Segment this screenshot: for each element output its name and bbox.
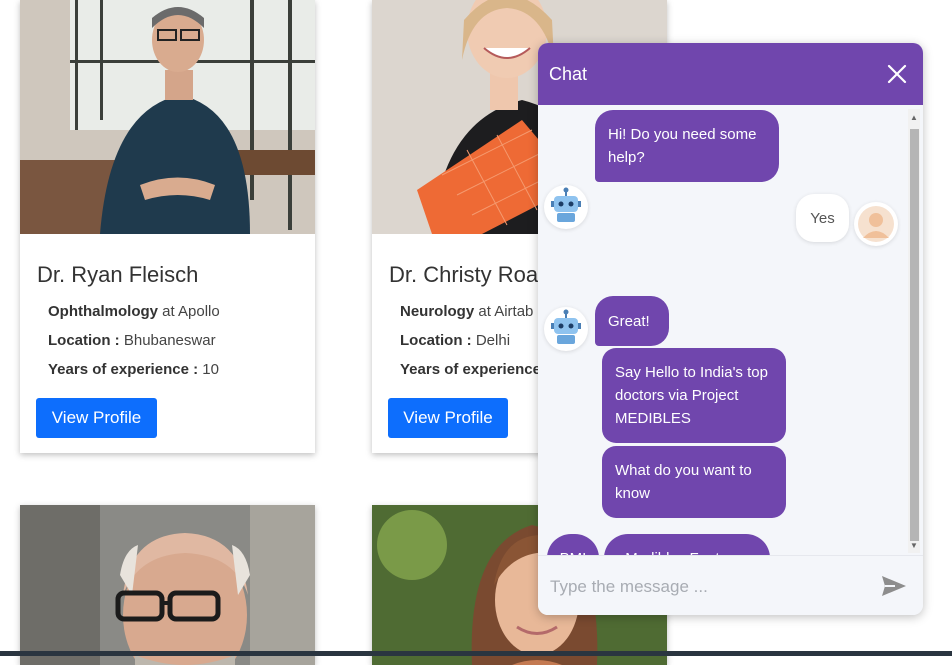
bot-message: Great!	[595, 296, 669, 346]
message-text: Great!	[608, 312, 650, 330]
hospital-prefix: at	[162, 303, 175, 320]
message-text: Yes	[810, 209, 835, 227]
hospital-prefix: at	[478, 303, 491, 320]
bot-avatar	[544, 185, 588, 229]
view-profile-button[interactable]: View Profile	[388, 398, 508, 438]
chat-input-bar	[538, 555, 923, 615]
experience: 10	[202, 361, 219, 378]
scroll-thumb[interactable]	[910, 129, 919, 541]
chat-widget: Chat Hi! Do you need some help? Yes Grea…	[538, 43, 923, 615]
message-text: What do you want to know	[615, 462, 752, 502]
send-icon[interactable]	[881, 574, 907, 598]
chat-scrollbar[interactable]: ▲ ▼	[908, 109, 920, 553]
robot-icon	[551, 309, 581, 344]
hospital: Apollo	[178, 303, 220, 320]
location-line: Location : Bhubaneswar	[48, 332, 216, 349]
bot-message: Say Hello to India's top doctors via Pro…	[602, 348, 786, 443]
message-input[interactable]	[548, 570, 862, 604]
user-avatar	[854, 202, 898, 246]
message-text: Hi! Do you need some help?	[608, 126, 757, 166]
chat-messages: Hi! Do you need some help? Yes Great! Sa…	[538, 105, 923, 582]
specialty-line: Ophthalmology at Apollo	[48, 303, 220, 320]
user-icon	[858, 206, 894, 242]
specialty-line: Neurology at Airtab	[400, 303, 533, 320]
doctor-card	[20, 505, 315, 665]
doctor-name: Dr. Ryan Fleisch	[37, 262, 199, 287]
message-text: Say Hello to India's top doctors via Pro…	[615, 364, 768, 427]
bot-avatar	[544, 307, 588, 351]
doctor-photo	[20, 0, 315, 234]
location-label: Location :	[48, 332, 120, 349]
location: Delhi	[475, 332, 511, 349]
bottom-bar	[0, 651, 952, 656]
doctor-card: Dr. Ryan Fleisch Ophthalmology at Apollo…	[20, 0, 315, 453]
location-line: Location : Delhi	[400, 332, 510, 349]
scroll-up-arrow-icon[interactable]: ▲	[909, 113, 919, 123]
doctor-name: Dr. Christy Roach	[389, 262, 562, 287]
experience-line: Years of experience :	[400, 361, 550, 378]
experience-label: Years of experience :	[48, 361, 199, 378]
user-message: Yes	[796, 194, 849, 242]
location-label: Location :	[400, 332, 472, 349]
specialty: Ophthalmology	[48, 303, 158, 320]
view-profile-button[interactable]: View Profile	[36, 398, 157, 438]
bot-message: What do you want to know	[602, 446, 786, 518]
scroll-down-arrow-icon[interactable]: ▼	[909, 541, 919, 551]
chat-header: Chat	[538, 43, 923, 105]
experience-label: Years of experience :	[400, 361, 551, 378]
experience-line: Years of experience : 10	[48, 361, 219, 378]
robot-icon	[551, 187, 581, 222]
chat-title: Chat	[549, 64, 588, 84]
bot-message: Hi! Do you need some help?	[595, 110, 779, 182]
close-icon[interactable]	[886, 63, 908, 85]
location: Bhubaneswar	[123, 332, 216, 349]
hospital: Airtab	[494, 303, 534, 320]
card-body: Dr. Ryan Fleisch Ophthalmology at Apollo…	[20, 234, 315, 453]
specialty: Neurology	[400, 303, 475, 320]
doctor-photo	[20, 505, 315, 665]
